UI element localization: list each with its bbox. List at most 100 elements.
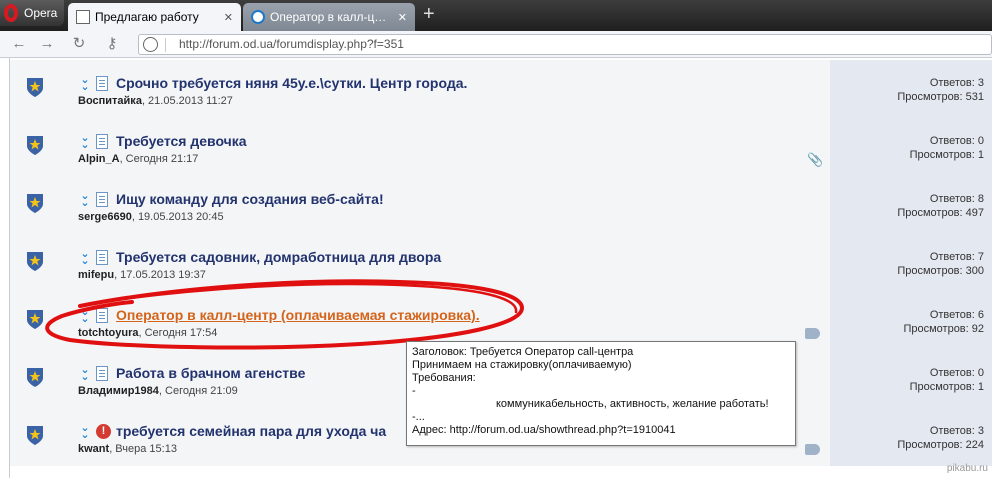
thread-status-shield-icon [27, 368, 43, 387]
thread-title-link[interactable]: требуется семейная пара для ухода ча [116, 423, 386, 439]
thread-title-link[interactable]: Оператор в калл-центр (оплачиваемая стаж… [116, 307, 480, 323]
opera-logo-icon [4, 4, 18, 22]
tab-title: Предлагаю работу [95, 10, 199, 24]
thread-views: Просмотров: 497 [897, 207, 984, 219]
expand-chevron-icon[interactable]: ⌄ ⌄ [79, 249, 91, 267]
thread-row[interactable]: ⌄ ⌄ Требуется девочка Alpin_A, Сегодня 21… [10, 118, 992, 176]
thread-author-link[interactable]: totchtoyura [78, 327, 139, 339]
thread-meta: kwant, Вчера 15:13 [78, 443, 177, 455]
expand-chevron-icon[interactable]: ⌄ ⌄ [79, 191, 91, 209]
thread-date: , Сегодня 21:09 [158, 385, 238, 397]
expand-chevron-icon[interactable]: ⌄ ⌄ [79, 307, 91, 325]
thread-meta: mifepu, 17.05.2013 19:37 [78, 269, 206, 281]
thread-title-link[interactable]: Срочно требуется няня 45у.е.\сутки. Цент… [116, 75, 467, 91]
thread-stats-cell: Ответов: 7 Просмотров: 300 [830, 234, 992, 292]
thread-stats-cell: Ответов: 0 Просмотров: 1 [830, 350, 992, 408]
expand-chevron-icon[interactable]: ⌄ ⌄ [79, 75, 91, 93]
tab-predlagayu-rabotu[interactable]: Предлагаю работу ✕ [68, 3, 241, 31]
document-icon [96, 192, 108, 207]
tooltip-line: - [412, 385, 416, 397]
tab-close-icon[interactable]: ✕ [224, 11, 233, 24]
thread-views: Просмотров: 92 [903, 323, 984, 335]
thread-stats-cell: Ответов: 8 Просмотров: 497 [830, 176, 992, 234]
thread-main-cell: ⌄ ⌄ Требуется садовник, домработница для … [10, 234, 830, 292]
thread-replies: Ответов: 3 [929, 77, 984, 89]
document-icon [96, 308, 108, 323]
thread-row[interactable]: ⌄ ⌄ Ищу команду для создания веб-сайта! s… [10, 176, 992, 234]
key-icon[interactable]: ⚷ [103, 35, 121, 53]
document-icon [96, 76, 108, 91]
url-separator [165, 38, 166, 52]
tab-bar: Opera Предлагаю работу ✕ Оператор в калл… [0, 0, 992, 31]
thread-title-link[interactable]: Ищу команду для создания веб-сайта! [116, 191, 384, 207]
thread-date: , 19.05.2013 20:45 [131, 211, 224, 223]
forward-icon[interactable]: → [38, 35, 56, 53]
tag-icon [805, 444, 820, 455]
thread-status-shield-icon [27, 136, 43, 155]
new-tab-button[interactable]: + [423, 3, 435, 25]
thread-title-link[interactable]: Требуется девочка [116, 133, 247, 149]
thread-status-shield-icon [27, 252, 43, 271]
thread-author-link[interactable]: Воспитайка [78, 95, 142, 107]
thread-author-link[interactable]: Владимир1984 [78, 385, 159, 397]
address-bar: ← → ↻ ⚷ http://forum.od.ua/forumdisplay.… [0, 31, 992, 58]
thread-status-shield-icon [27, 426, 43, 445]
thread-preview-tooltip: Заголовок: Требуется Оператор call-центр… [406, 341, 796, 446]
paperclip-icon: 📎 [807, 152, 824, 167]
tab-close-icon[interactable]: ✕ [398, 11, 407, 24]
expand-chevron-icon[interactable]: ⌄ ⌄ [79, 423, 91, 441]
thread-meta: Воспитайка, 21.05.2013 11:27 [78, 95, 233, 107]
watermark: pikabu.ru [946, 463, 988, 474]
thread-author-link[interactable]: mifepu [78, 269, 114, 281]
globe-icon [143, 37, 158, 52]
thread-date: , Сегодня 21:17 [119, 153, 199, 165]
opera-menu-label: Opera [24, 6, 58, 20]
thread-date: , Вчера 15:13 [109, 443, 177, 455]
important-icon: ! [96, 424, 111, 439]
thread-author-link[interactable]: Alpin_A [78, 153, 120, 165]
back-icon[interactable]: ← [10, 35, 28, 53]
thread-status-shield-icon [27, 310, 43, 329]
expand-chevron-icon[interactable]: ⌄ ⌄ [79, 365, 91, 383]
thread-main-cell: ⌄ ⌄ Ищу команду для создания веб-сайта! s… [10, 176, 830, 234]
expand-chevron-icon[interactable]: ⌄ ⌄ [79, 133, 91, 151]
tab-title: Оператор в калл-центр [270, 10, 393, 24]
thread-stats-cell: Ответов: 0 Просмотров: 1 [830, 118, 992, 176]
document-icon [96, 134, 108, 149]
thread-meta: Владимир1984, Сегодня 21:09 [78, 385, 238, 397]
thread-title-link[interactable]: Требуется садовник, домработница для дво… [116, 249, 441, 265]
thread-meta: serge6690, 19.05.2013 20:45 [78, 211, 224, 223]
thread-title-link[interactable]: Работа в брачном агенстве [116, 365, 305, 381]
document-icon [96, 250, 108, 265]
thread-status-shield-icon [27, 194, 43, 213]
reload-icon[interactable]: ↻ [70, 35, 88, 53]
opera-menu-button[interactable]: Opera [0, 0, 64, 26]
thread-replies: Ответов: 0 [929, 367, 984, 379]
tag-icon [805, 328, 820, 339]
thread-main-cell: ⌄ ⌄ Требуется девочка Alpin_A, Сегодня 21… [10, 118, 830, 176]
thread-stats-cell: Ответов: 3 Просмотров: 531 [830, 60, 992, 118]
thread-views: Просмотров: 224 [897, 439, 984, 451]
thread-date: , Сегодня 17:54 [138, 327, 218, 339]
eye-favicon-icon [251, 10, 265, 24]
thread-row[interactable]: ⌄ ⌄ Требуется садовник, домработница для … [10, 234, 992, 292]
tooltip-line: Требования: [412, 372, 476, 384]
thread-author-link[interactable]: kwant [78, 443, 109, 455]
url-input[interactable]: http://forum.od.ua/forumdisplay.php?f=35… [138, 34, 992, 55]
tooltip-line: Заголовок: Требуется Оператор call-центр… [412, 346, 634, 358]
thread-main-cell: ⌄ ⌄ Срочно требуется няня 45у.е.\сутки. Ц… [10, 60, 830, 118]
thread-stats-cell: Ответов: 3 Просмотров: 224 [830, 408, 992, 466]
tooltip-line: -... [412, 411, 425, 423]
thread-views: Просмотров: 1 [909, 149, 984, 161]
thread-stats-cell: Ответов: 6 Просмотров: 92 [830, 292, 992, 350]
thread-replies: Ответов: 6 [929, 309, 984, 321]
tab-operator[interactable]: Оператор в калл-центр ✕ [243, 3, 415, 31]
thread-date: , 17.05.2013 19:37 [114, 269, 206, 281]
thread-status-shield-icon [27, 78, 43, 97]
thread-views: Просмотров: 1 [909, 381, 984, 393]
thread-row[interactable]: ⌄ ⌄ Срочно требуется няня 45у.е.\сутки. Ц… [10, 60, 992, 118]
tooltip-line: коммуникабельность, активность, желание … [496, 398, 769, 410]
thread-replies: Ответов: 3 [929, 425, 984, 437]
thread-date: , 21.05.2013 11:27 [141, 95, 233, 107]
thread-author-link[interactable]: serge6690 [78, 211, 132, 223]
